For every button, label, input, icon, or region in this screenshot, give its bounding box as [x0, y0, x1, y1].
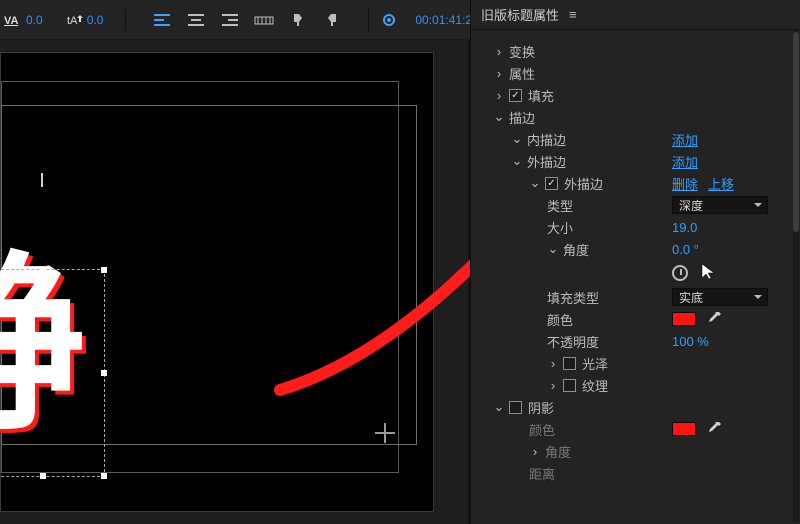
chevron-right-icon: ›: [547, 378, 559, 393]
handle-top-mid[interactable]: [40, 267, 46, 273]
fill-checkbox[interactable]: ✓: [509, 89, 522, 102]
chevron-down-icon: ⌄: [493, 109, 505, 125]
shadow-color-swatch[interactable]: [672, 422, 696, 436]
selection-bounds[interactable]: [0, 269, 105, 477]
shadow-distance-row: 距离: [471, 462, 792, 484]
section-shadow[interactable]: ⌄ 阴影: [471, 396, 792, 418]
show-video-icon[interactable]: [375, 6, 403, 34]
text-marker1-icon[interactable]: [284, 6, 312, 34]
stroke-opacity-row: 不透明度 100 %: [471, 330, 792, 352]
section-inner-stroke[interactable]: ⌄ 内描边 添加: [471, 128, 792, 150]
align-right-icon[interactable]: [216, 6, 244, 34]
ruler-tick: [41, 173, 43, 187]
stroke-sheen-row[interactable]: › 光泽: [471, 352, 792, 374]
baseline-shift-tool[interactable]: tA 0.0: [65, 6, 104, 34]
canvas-frame: 静 静: [0, 52, 434, 512]
add-outer-stroke-link[interactable]: 添加: [672, 152, 698, 171]
stroke-angle-value[interactable]: 0.0 °: [672, 242, 699, 257]
stroke-filltype-row: 填充类型 实底: [471, 286, 792, 308]
eyedropper-icon[interactable]: [706, 311, 722, 327]
svg-text:tA: tA: [67, 15, 78, 27]
stroke-opacity-value[interactable]: 100 %: [672, 334, 709, 349]
stroke-color-swatch[interactable]: [672, 312, 696, 326]
chevron-right-icon: ›: [529, 444, 541, 459]
baseline-value[interactable]: 0.0: [87, 13, 104, 27]
outer-stroke-checkbox[interactable]: ✓: [545, 177, 558, 190]
stroke-color-row: 颜色: [471, 308, 792, 330]
panel-title: 旧版标题属性: [481, 5, 559, 24]
chevron-down-icon: ⌄: [511, 153, 523, 169]
align-center-icon[interactable]: [182, 6, 210, 34]
kerning-tool[interactable]: VA 0.0: [4, 6, 43, 34]
stroke-filltype-select[interactable]: 实底: [672, 288, 768, 306]
section-properties[interactable]: › 属性: [471, 62, 792, 84]
chevron-right-icon: ›: [493, 44, 505, 59]
panel-header: 旧版标题属性 ≡: [471, 0, 800, 30]
align-left-icon[interactable]: [148, 6, 176, 34]
text-marker2-icon[interactable]: [318, 6, 346, 34]
section-outer-stroke[interactable]: ⌄ 外描边 添加: [471, 150, 792, 172]
stroke-type-select[interactable]: 深度: [672, 196, 768, 214]
chevron-down-icon: ⌄: [547, 241, 559, 257]
section-fill[interactable]: › ✓ 填充: [471, 84, 792, 106]
stroke-angle-row[interactable]: ⌄ 角度 0.0 °: [471, 238, 792, 260]
outer-stroke-item[interactable]: ⌄ ✓ 外描边 删除 上移: [471, 172, 792, 194]
shadow-color-row: 颜色: [471, 418, 792, 440]
shadow-angle-row[interactable]: › 角度: [471, 440, 792, 462]
tab-ruler-icon[interactable]: [250, 6, 278, 34]
scrollbar-thumb[interactable]: [793, 32, 799, 232]
handle-top-right[interactable]: [101, 267, 107, 273]
panel-menu-icon[interactable]: ≡: [569, 7, 577, 22]
properties-list: › 变换 › 属性 › ✓ 填充 ⌄ 描边 ⌄ 内描边 添加 ⌄ 外描边 添加 …: [471, 30, 792, 524]
stroke-angle-dial-row: [471, 260, 792, 286]
sheen-checkbox[interactable]: [563, 357, 576, 370]
handle-bottom-mid[interactable]: [40, 473, 46, 479]
eyedropper-icon[interactable]: [706, 421, 722, 437]
shadow-checkbox[interactable]: [509, 401, 522, 414]
stroke-size-row: 大小 19.0: [471, 216, 792, 238]
chevron-right-icon: ›: [547, 356, 559, 371]
title-canvas[interactable]: 静 静: [0, 40, 470, 524]
stroke-size-value[interactable]: 19.0: [672, 220, 697, 235]
stroke-texture-row[interactable]: › 纹理: [471, 374, 792, 396]
move-up-stroke-link[interactable]: 上移: [708, 174, 734, 193]
kerning-value[interactable]: 0.0: [26, 13, 43, 27]
chevron-right-icon: ›: [493, 88, 505, 103]
chevron-down-icon: ⌄: [511, 131, 523, 147]
texture-checkbox[interactable]: [563, 379, 576, 392]
chevron-down-icon: ⌄: [529, 175, 541, 191]
add-inner-stroke-link[interactable]: 添加: [672, 130, 698, 149]
section-strokes[interactable]: ⌄ 描边: [471, 106, 792, 128]
stroke-type-row: 类型 深度: [471, 194, 792, 216]
chevron-down-icon: ⌄: [493, 399, 505, 415]
handle-mid-right[interactable]: [101, 370, 107, 376]
legacy-title-properties-panel: 旧版标题属性 ≡ › 变换 › 属性 › ✓ 填充 ⌄ 描边 ⌄ 内描边 添加 …: [470, 0, 800, 524]
angle-dial-icon[interactable]: [672, 265, 688, 281]
chevron-right-icon: ›: [493, 66, 505, 81]
handle-bottom-right[interactable]: [101, 473, 107, 479]
section-transform[interactable]: › 变换: [471, 40, 792, 62]
delete-stroke-link[interactable]: 删除: [672, 174, 698, 193]
panel-scrollbar[interactable]: [793, 30, 799, 522]
anchor-crosshair: [375, 423, 395, 443]
